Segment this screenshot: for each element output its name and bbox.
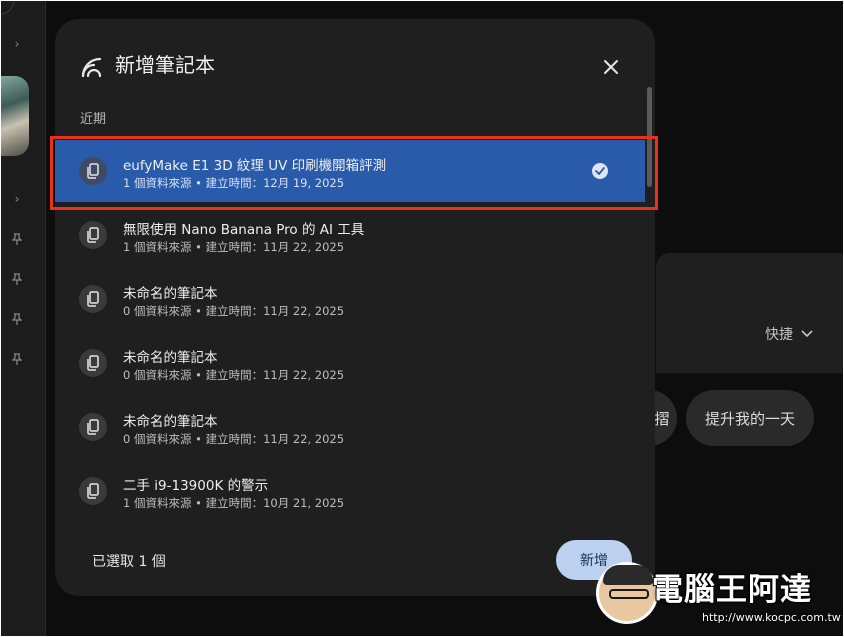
scrollbar-thumb[interactable]	[647, 87, 652, 187]
list-item[interactable]: 未命名的筆記本 0 個資料來源 • 建立時間：11月 22, 2025	[55, 268, 645, 330]
notebook-icon	[79, 157, 107, 185]
notebook-title: 二手 i9-13900K 的警示	[123, 478, 269, 494]
notebook-meta: 1 個資料來源 • 建立時間：10月 21, 2025	[123, 496, 345, 510]
pin-icon[interactable]	[10, 273, 24, 288]
list-item[interactable]: 未命名的筆記本 0 個資料來源 • 建立時間：11月 22, 2025	[55, 396, 645, 458]
notebook-title: 未命名的筆記本	[123, 414, 218, 430]
notebook-icon	[79, 349, 107, 377]
notebook-icon	[79, 221, 107, 249]
suggestion-chip-improve-day[interactable]: 提升我的一天	[686, 390, 814, 446]
mascot-hair	[603, 565, 653, 585]
section-label-recent: 近期	[80, 112, 107, 127]
watermark-url: http://www.kocpc.com.tw	[702, 611, 841, 624]
selected-count: 已選取 1 個	[92, 554, 166, 570]
notebook-title: 未命名的筆記本	[123, 350, 218, 366]
list-item[interactable]: 無限使用 Nano Banana Pro 的 AI 工具 1 個資料來源 • 建…	[55, 204, 645, 266]
notebook-meta: 0 個資料來源 • 建立時間：11月 22, 2025	[123, 304, 345, 318]
notebook-meta: 1 個資料來源 • 建立時間：12月 19, 2025	[123, 176, 345, 190]
notebook-meta: 1 個資料來源 • 建立時間：11月 22, 2025	[123, 240, 345, 254]
left-rail: › ›	[1, 1, 46, 636]
chevron-right-icon[interactable]: ›	[10, 192, 24, 206]
dialog-title: 新增筆記本	[115, 53, 215, 77]
notebook-add-icon	[81, 57, 102, 78]
notebook-icon	[79, 413, 107, 441]
notebook-icon	[79, 285, 107, 313]
background-panel	[656, 253, 843, 373]
watermark-title: 電腦王阿達	[652, 572, 812, 608]
chevron-down-icon	[801, 330, 813, 338]
mascot-icon	[596, 562, 658, 624]
check-icon	[592, 163, 608, 179]
suggestion-chip-label: 摺	[654, 409, 670, 428]
notebook-meta: 0 個資料來源 • 建立時間：11月 22, 2025	[123, 432, 345, 446]
chevron-right-icon[interactable]: ›	[10, 37, 24, 51]
notebook-meta: 0 個資料來源 • 建立時間：11月 22, 2025	[123, 368, 345, 382]
pin-icon[interactable]	[10, 313, 24, 328]
notebook-title: eufyMake E1 3D 紋理 UV 印刷機開箱評測	[123, 158, 387, 174]
close-button[interactable]	[595, 51, 627, 83]
list-item[interactable]: 未命名的筆記本 0 個資料來源 • 建立時間：11月 22, 2025	[55, 332, 645, 394]
rail-thumbnail[interactable]	[1, 76, 29, 156]
notebook-icon	[79, 477, 107, 505]
quick-dropdown[interactable]: 快捷	[765, 324, 813, 344]
new-notebook-dialog: 新增筆記本 近期 eufyMake E1 3D 紋理 UV 印刷機開箱評測 1 …	[55, 19, 655, 596]
pin-icon[interactable]	[10, 233, 24, 248]
watermark: 電腦王阿達 http://www.kocpc.com.tw	[596, 560, 841, 632]
notebook-title: 未命名的筆記本	[123, 286, 218, 302]
quick-label: 快捷	[765, 327, 793, 343]
mascot-glasses	[609, 589, 649, 599]
suggestion-chip-label: 提升我的一天	[704, 409, 795, 428]
notebook-title: 無限使用 Nano Banana Pro 的 AI 工具	[123, 222, 365, 238]
list-item[interactable]: 二手 i9-13900K 的警示 1 個資料來源 • 建立時間：10月 21, …	[55, 460, 645, 522]
pin-icon[interactable]	[10, 353, 24, 368]
list-item[interactable]: eufyMake E1 3D 紋理 UV 印刷機開箱評測 1 個資料來源 • 建…	[55, 140, 645, 202]
close-icon	[604, 60, 618, 74]
rail-corner-arc	[1, 1, 15, 15]
